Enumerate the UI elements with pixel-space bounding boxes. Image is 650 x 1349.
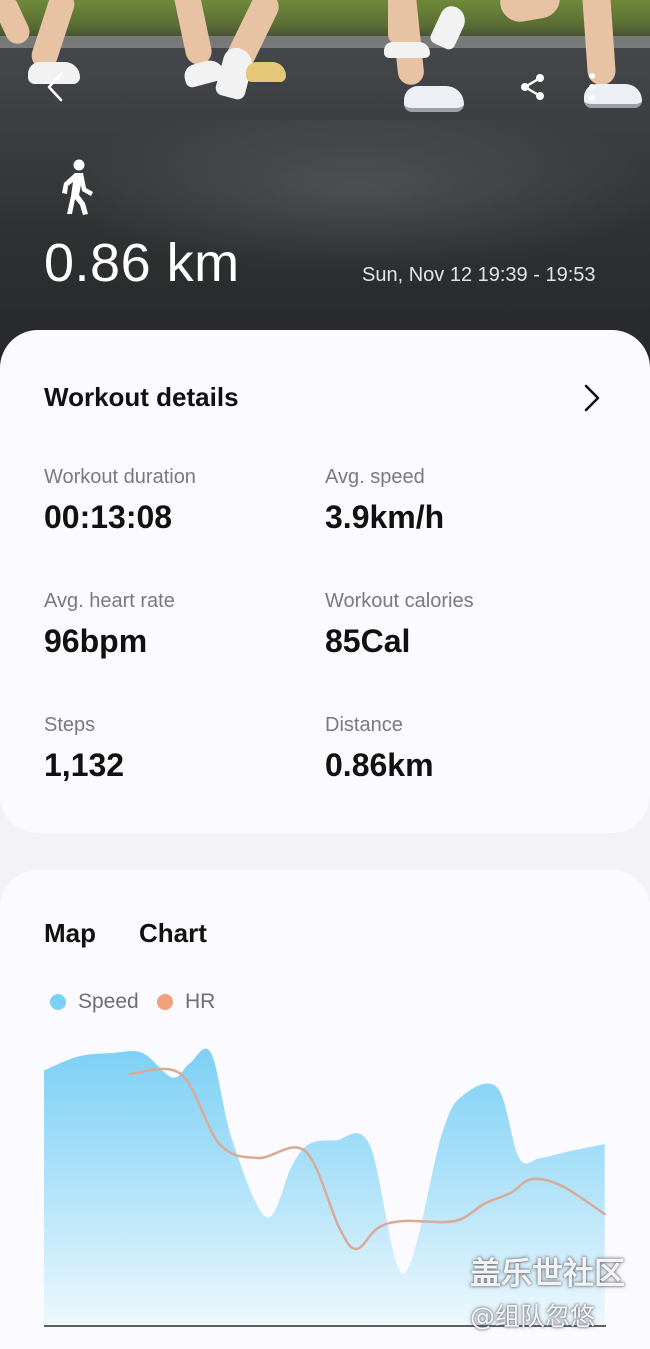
watermark-line-2: @组队忽悠 — [470, 1302, 596, 1331]
metric-label: Avg. speed — [325, 466, 425, 488]
metric-unit: Cal — [360, 623, 411, 659]
metric-distance: Distance 0.86km — [325, 714, 434, 784]
metric-number: 1,132 — [44, 747, 125, 783]
community-watermark: 盖乐世社区 @组队忽悠 — [470, 1248, 645, 1333]
metric-label: Steps — [44, 714, 96, 736]
runner-shoe — [404, 86, 464, 112]
walking-icon — [62, 159, 93, 215]
metric-avg-heart-rate: Avg. heart rate 96bpm — [44, 590, 175, 660]
metric-unit: km — [387, 747, 434, 783]
runner-shoe — [246, 62, 286, 82]
metric-value: 1,132 — [44, 747, 124, 784]
metric-value: 0.86km — [325, 747, 434, 784]
workout-details-card: Workout details Workout duration 00:13:0… — [0, 330, 650, 833]
metric-value: 3.9km/h — [325, 499, 444, 536]
chevron-right-icon — [584, 384, 600, 412]
workout-date-range: Sun, Nov 12 19:39 - 19:53 — [362, 264, 596, 286]
back-button[interactable] — [34, 65, 78, 109]
more-options-button[interactable] — [570, 65, 614, 109]
curb-strip — [0, 36, 650, 48]
metric-unit: km/h — [369, 499, 445, 535]
watermark-line-1: 盖乐世社区 — [470, 1256, 625, 1292]
workout-details-open-button[interactable] — [574, 380, 610, 416]
share-button[interactable] — [511, 65, 555, 109]
distance-title: 0.86 km — [44, 233, 240, 293]
metric-number: 85 — [325, 623, 361, 659]
more-vertical-icon — [589, 73, 595, 101]
metric-number: 00:13:08 — [44, 499, 173, 535]
metric-avg-speed: Avg. speed 3.9km/h — [325, 466, 444, 536]
metric-steps: Steps 1,132 — [44, 714, 124, 784]
metric-number: 3.9 — [325, 499, 370, 535]
metric-number: 96 — [44, 623, 80, 659]
runner-leg — [388, 0, 410, 45]
metric-label: Distance — [325, 714, 403, 736]
share-icon — [521, 74, 544, 100]
workout-hero-image: 0.86 km Sun, Nov 12 19:39 - 19:53 — [0, 0, 650, 372]
metric-label: Workout duration — [44, 466, 196, 488]
metric-workout-duration: Workout duration 00:13:08 — [44, 466, 196, 536]
runner-shoe — [384, 42, 430, 58]
metric-value: 96bpm — [44, 623, 175, 660]
metric-value: 85Cal — [325, 623, 474, 660]
metric-value: 00:13:08 — [44, 499, 196, 536]
metric-label: Workout calories — [325, 590, 474, 612]
workout-details-title[interactable]: Workout details — [44, 382, 239, 413]
metric-unit: bpm — [79, 623, 148, 659]
metric-workout-calories: Workout calories 85Cal — [325, 590, 474, 660]
back-arrow-icon — [47, 72, 63, 102]
metric-number: 0.86 — [325, 747, 388, 783]
metric-label: Avg. heart rate — [44, 590, 175, 612]
